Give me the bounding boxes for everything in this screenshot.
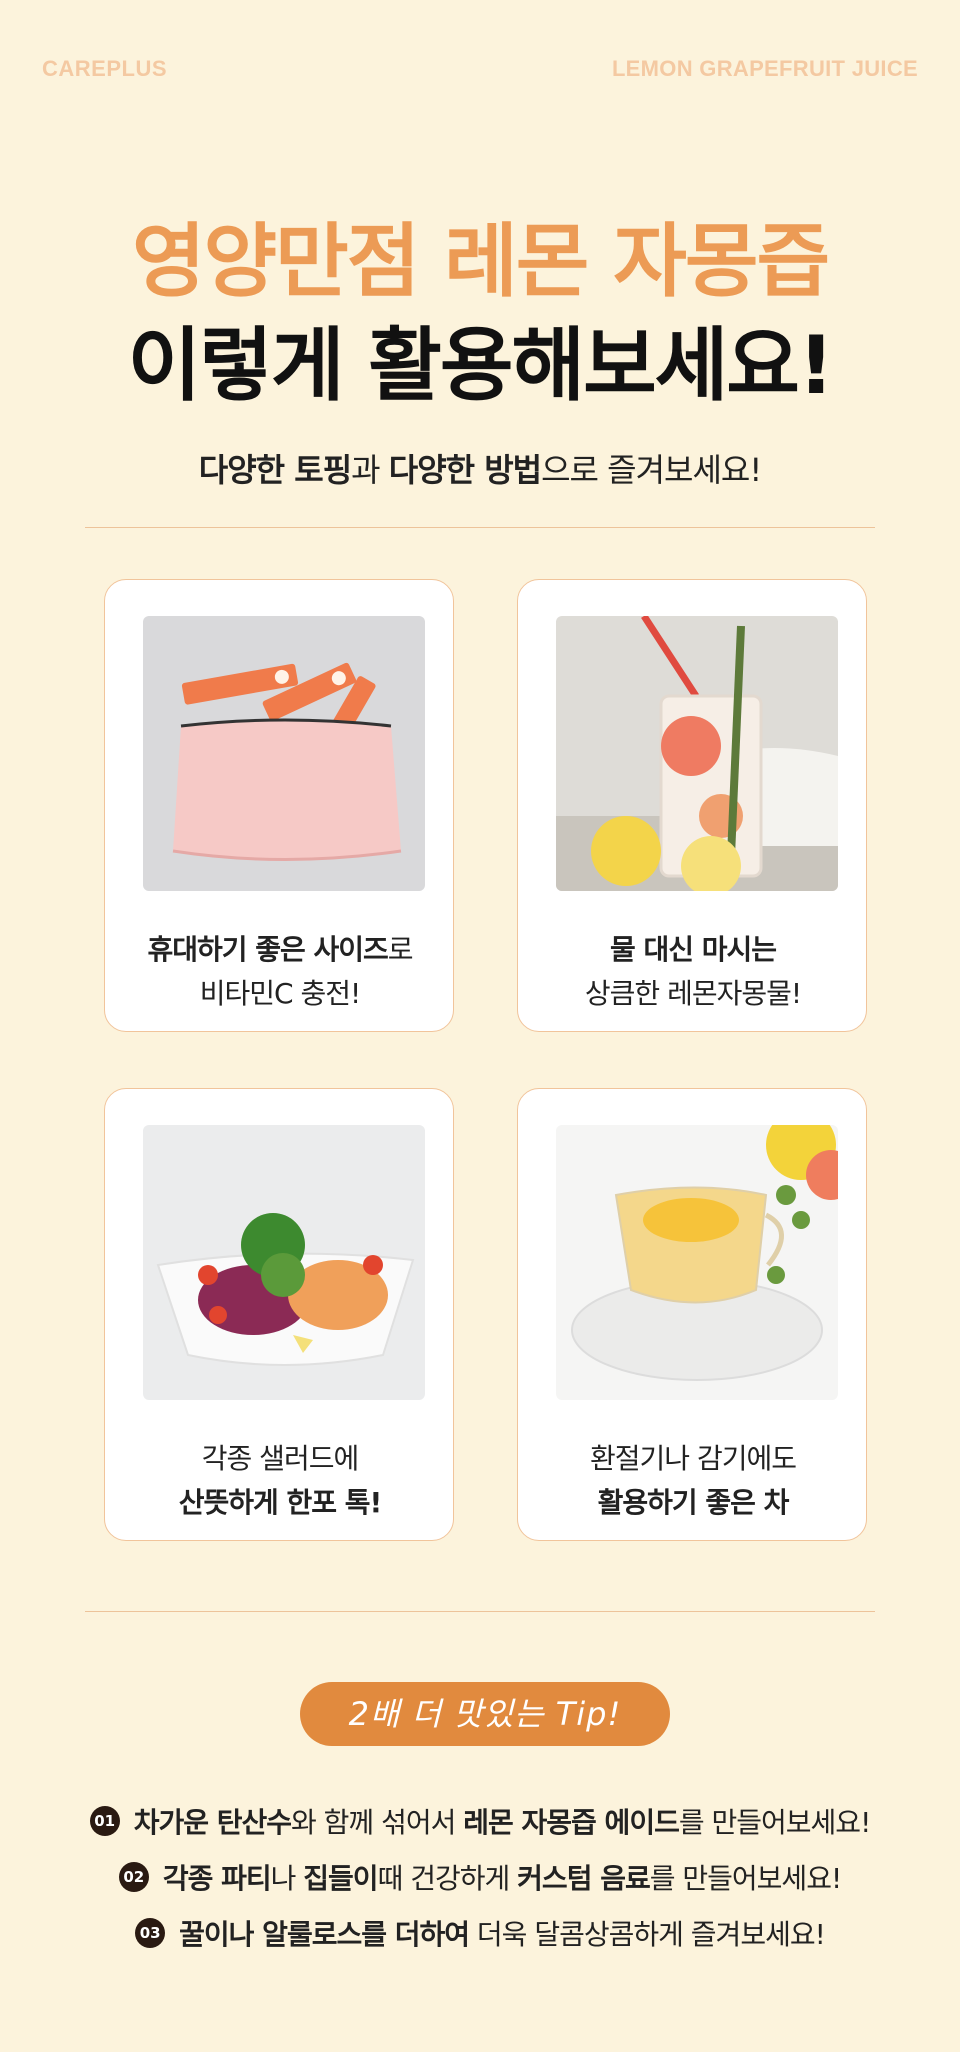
salad-bowl-image — [143, 1125, 425, 1400]
card-caption-line1: 각종 샐러드에 — [201, 1442, 359, 1475]
usage-card-water: 물 대신 마시는 상큼한 레몬자몽물! — [517, 579, 867, 1032]
hero-title-line1: 영양만점 레몬 자몽즙 — [131, 215, 830, 308]
tip-item-3: 03 꿀이나 알룰로스를 더하여 더욱 달콤상콤하게 즐겨보세요! — [0, 1913, 960, 1953]
usage-card-tea: 환절기나 감기에도 활용하기 좋은 차 — [517, 1088, 867, 1541]
tip-item-1: 01 차가운 탄산수와 함께 섞어서 레몬 자몽즙 에이드를 만들어보세요! — [0, 1801, 960, 1841]
hero-subtitle: 다양한 토핑과 다양한 방법으로 즐겨보세요! — [0, 445, 960, 491]
card-caption-line1: 휴대하기 좋은 사이즈로 — [147, 933, 413, 966]
tip-label-badge: 2배 더 맛있는 Tip! — [300, 1682, 670, 1746]
card-caption-line2: 비타민C 충전! — [199, 977, 361, 1010]
tip-number-badge: 02 — [118, 1862, 149, 1892]
usage-card-portable: 휴대하기 좋은 사이즈로 비타민C 충전! — [104, 579, 454, 1032]
brand-bar: CAREPLUS LEMON GRAPEFRUIT JUICE — [42, 56, 918, 86]
pouch-with-sticks-image — [143, 616, 425, 891]
subtitle-bold-1: 다양한 토핑 — [198, 451, 352, 489]
card-caption-line1: 환절기나 감기에도 — [590, 1442, 797, 1475]
tip-number-badge: 03 — [135, 1918, 166, 1948]
divider-bottom — [85, 1611, 875, 1612]
card-caption-line2: 상큼한 레몬자몽물! — [584, 977, 802, 1010]
divider-top — [85, 527, 875, 528]
usage-card-salad: 각종 샐러드에 산뜻하게 한포 톡! — [104, 1088, 454, 1541]
lemon-tea-cup-image — [556, 1125, 838, 1400]
hero-title-line2: 이렇게 활용해보세요! — [127, 319, 835, 412]
grapefruit-water-glass-image — [556, 616, 838, 891]
card-caption-line1: 물 대신 마시는 — [609, 933, 777, 966]
subtitle-text-1: 과 — [351, 451, 389, 489]
subtitle-bold-2: 다양한 방법 — [388, 451, 542, 489]
subtitle-text-2: 으로 즐겨보세요! — [541, 451, 762, 489]
card-caption-line2: 활용하기 좋은 차 — [597, 1486, 790, 1519]
product-name: LEMON GRAPEFRUIT JUICE — [611, 56, 918, 81]
brand-name: CAREPLUS — [42, 56, 168, 81]
card-caption-line2: 산뜻하게 한포 톡! — [178, 1486, 383, 1519]
tip-item-2: 02 각종 파티나 집들이때 건강하게 커스텀 음료를 만들어보세요! — [0, 1857, 960, 1897]
tip-number-badge: 01 — [89, 1806, 120, 1836]
